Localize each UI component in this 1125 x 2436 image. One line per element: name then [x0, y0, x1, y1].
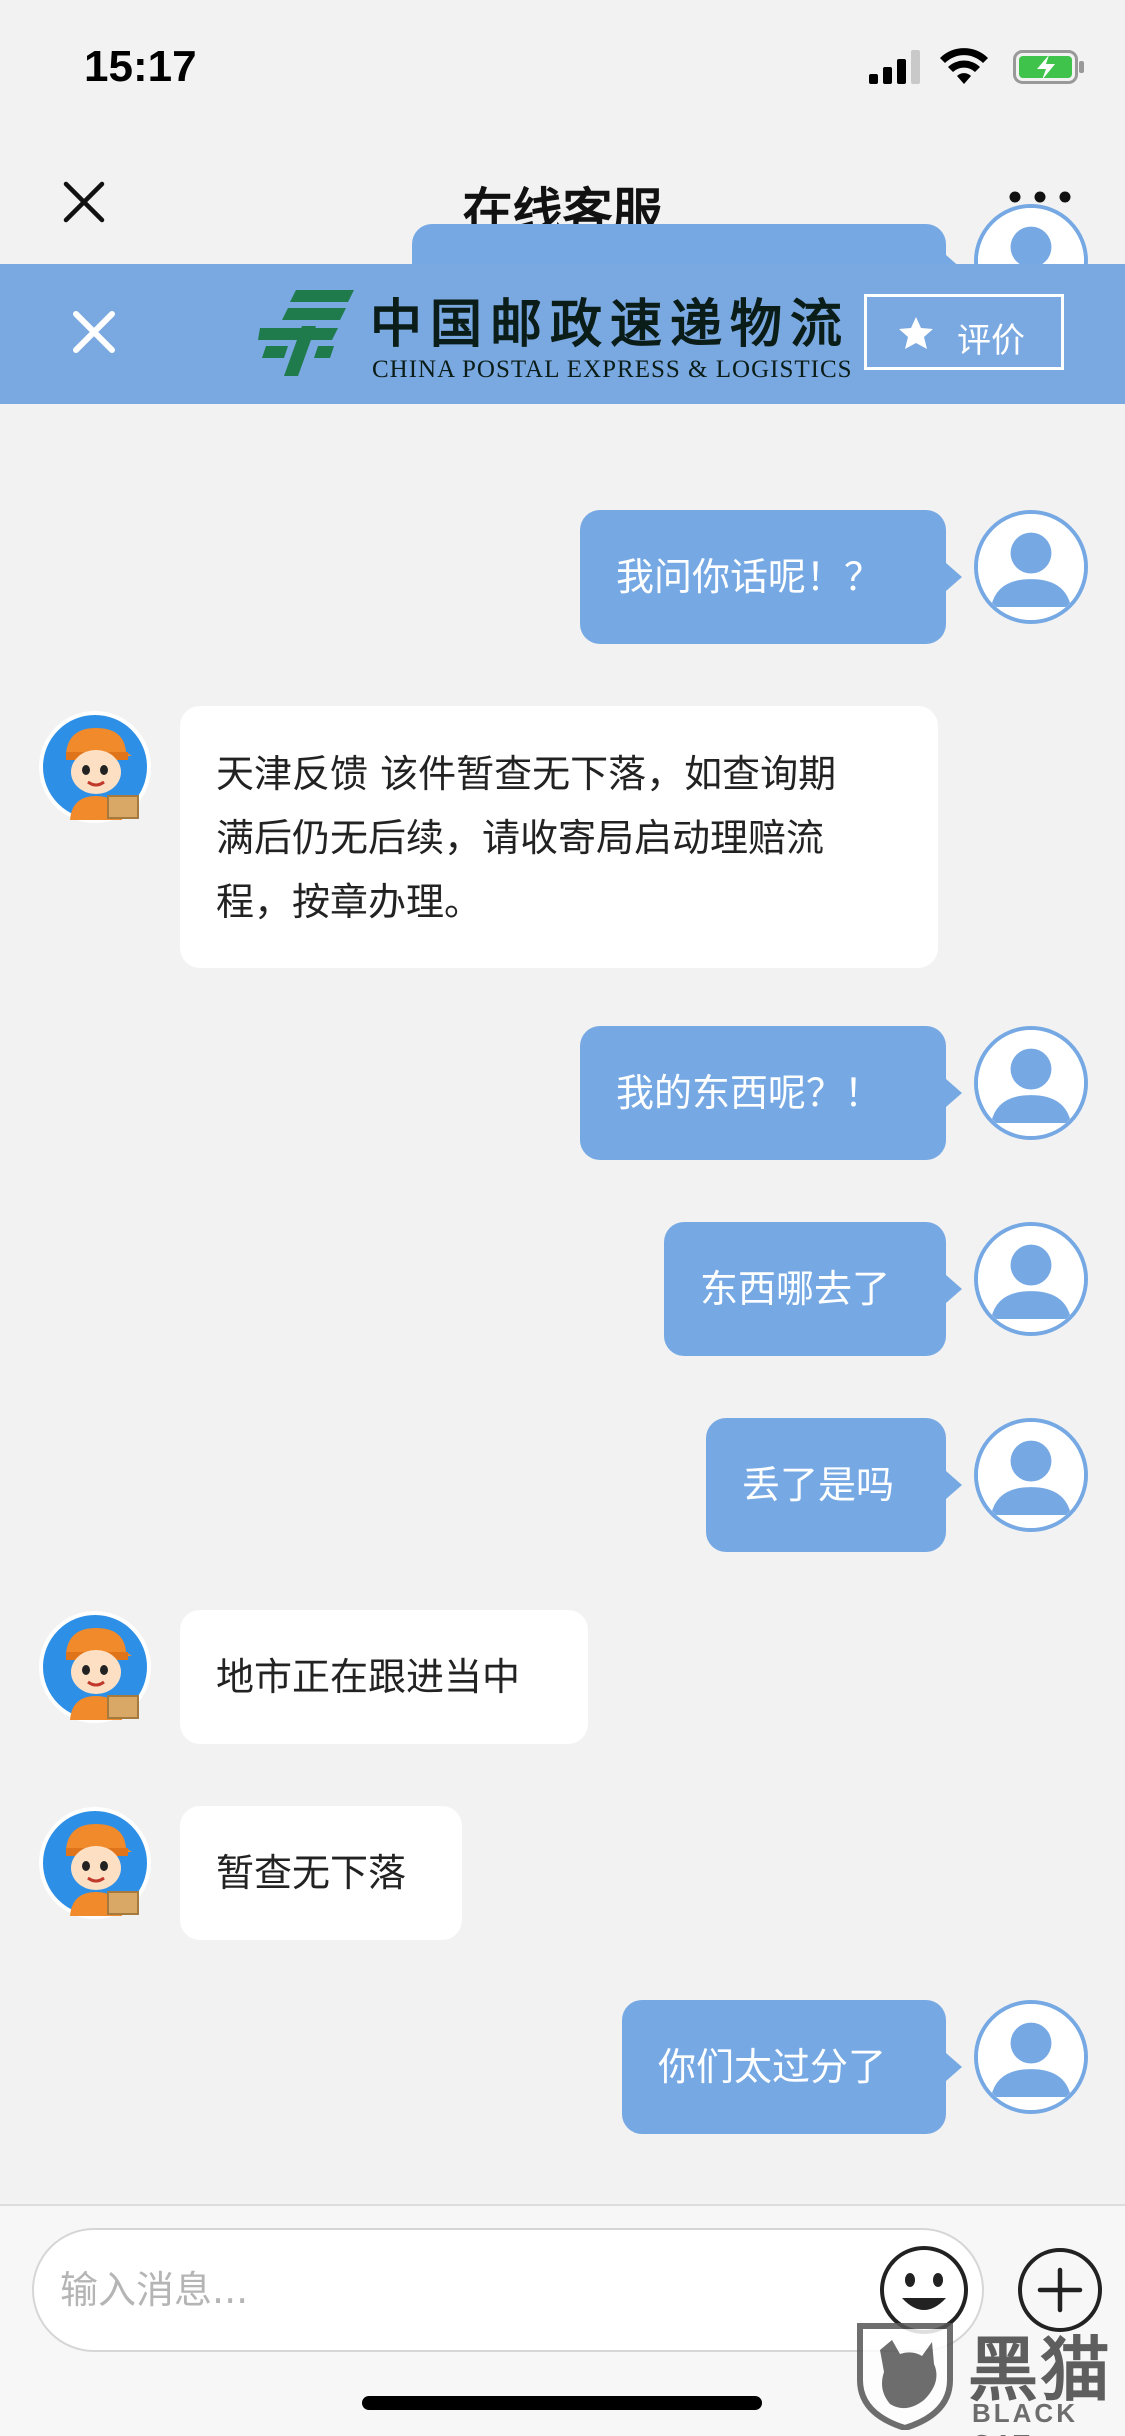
cat-shield-icon [857, 2323, 953, 2430]
home-indicator [362, 2396, 762, 2410]
watermark-en: BLACK CAT [972, 2398, 1078, 2436]
message-text: 天津反馈 该件暂查无下落，如查询期 [216, 752, 837, 796]
chat-list[interactable]: 我问你话呢！？ 天津反馈 该件暂查无下落，如查询期 满后仍无后续，请收寄局启动理赔流… [0, 204, 1125, 2204]
user-avatar-icon [978, 514, 1084, 620]
banner-close-icon[interactable] [66, 304, 122, 360]
courier-avatar-icon [39, 1807, 151, 1919]
user-avatar[interactable] [974, 1418, 1088, 1532]
logo-english-text: CHINA POSTAL EXPRESS & LOGISTICS [372, 356, 853, 383]
status-time: 15:17 [84, 42, 197, 91]
message-text: 暂查无下落 [216, 1851, 407, 1895]
courier-avatar-icon [39, 1611, 151, 1723]
message-text: 丢了是吗 [742, 1463, 895, 1507]
user-avatar-icon [978, 1030, 1084, 1136]
courier-avatar-icon [39, 711, 151, 823]
message-text: 地市正在跟进当中 [216, 1655, 521, 1699]
battery-charging-icon [1013, 50, 1084, 84]
logo-chinese-text: 中国邮政速递物流 [370, 294, 851, 355]
user-avatar[interactable] [974, 1222, 1088, 1336]
black-cat-watermark: 黑猫 BLACK CAT [850, 2314, 1120, 2436]
user-message-bubble[interactable]: 你们太过分了 [622, 2000, 962, 2134]
user-message-bubble[interactable]: 我问你话呢！？ [580, 510, 962, 644]
message-text: 我问你话呢！？ [616, 555, 883, 599]
status-bar: 15:17 [0, 0, 1125, 132]
china-post-logo-icon [258, 290, 354, 376]
rate-button[interactable]: 评价 [864, 294, 1064, 370]
agent-avatar[interactable] [38, 1806, 152, 1920]
agent-avatar[interactable] [38, 710, 152, 824]
message-text: 东西哪去了 [700, 1267, 891, 1311]
user-message-bubble[interactable]: 丢了是吗 [706, 1418, 962, 1552]
agent-avatar[interactable] [38, 1610, 152, 1724]
user-avatar-icon [978, 1226, 1084, 1332]
message-text: 满后仍无后续，请收寄局启动理赔流 [216, 816, 825, 860]
wifi-icon [940, 48, 988, 84]
star-icon [899, 317, 933, 349]
user-avatar-icon [978, 1422, 1084, 1528]
message-text: 程，按章办理。 [216, 880, 483, 924]
message-text: 你们太过分了 [658, 2045, 887, 2089]
user-avatar[interactable] [974, 1026, 1088, 1140]
user-message-bubble[interactable]: 东西哪去了 [664, 1222, 962, 1356]
agent-message-bubble[interactable]: 地市正在跟进当中 [180, 1610, 588, 1744]
agent-message-bubble[interactable]: 天津反馈 该件暂查无下落，如查询期 满后仍无后续，请收寄局启动理赔流 程，按章办理。 [180, 706, 938, 968]
brand-banner: 中国邮政速递物流 CHINA POSTAL EXPRESS & LOGISTIC… [0, 264, 1125, 404]
user-message-bubble[interactable]: 我的东西呢？！ [580, 1026, 962, 1160]
rate-label: 评价 [957, 321, 1025, 361]
agent-message-bubble[interactable]: 暂查无下落 [180, 1806, 462, 1940]
message-text: 我的东西呢？！ [616, 1071, 883, 1115]
signal-icon [869, 50, 920, 84]
user-avatar[interactable] [974, 510, 1088, 624]
user-avatar[interactable] [974, 2000, 1088, 2114]
message-input[interactable] [32, 2228, 984, 2352]
user-avatar-icon [978, 2004, 1084, 2110]
china-post-logo: 中国邮政速递物流 CHINA POSTAL EXPRESS & LOGISTIC… [256, 282, 868, 386]
